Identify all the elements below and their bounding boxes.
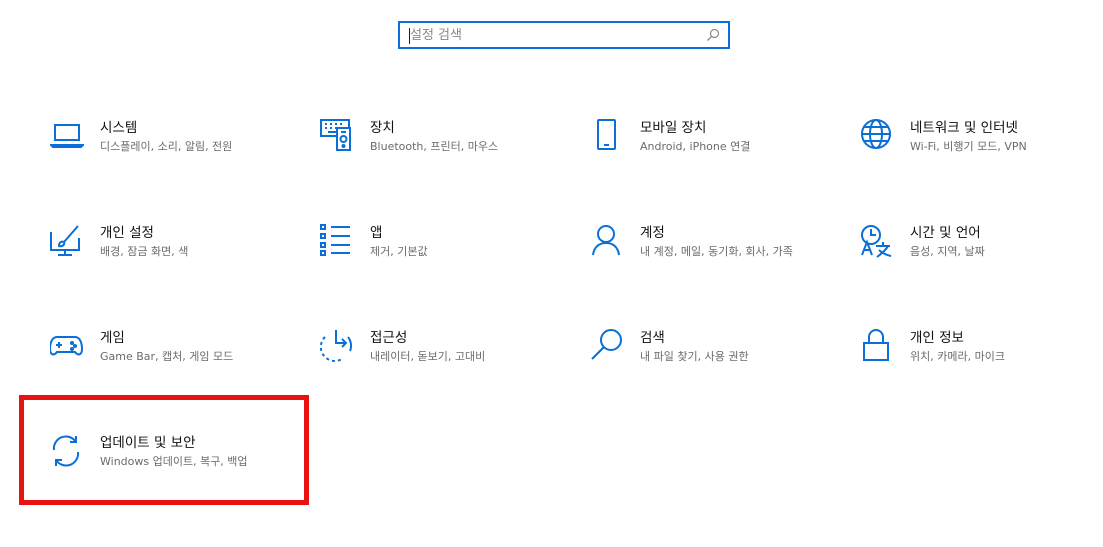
tile-title: 네트워크 및 인터넷 bbox=[910, 120, 1018, 136]
search-box[interactable] bbox=[398, 21, 730, 49]
magnifier-icon bbox=[707, 28, 720, 41]
tile-accounts[interactable]: 계정 내 계정, 메일, 동기화, 회사, 가족 bbox=[590, 224, 840, 290]
tile-description: Wi-Fi, 비행기 모드, VPN bbox=[910, 140, 1027, 153]
highlight-annotation-box bbox=[19, 395, 309, 505]
tile-description: 제거, 기본값 bbox=[370, 245, 428, 258]
tile-privacy[interactable]: 개인 정보 위치, 카메라, 마이크 bbox=[860, 329, 1103, 395]
tile-description: Android, iPhone 연결 bbox=[640, 140, 751, 153]
tile-title: 개인 정보 bbox=[910, 330, 964, 346]
tile-time-language[interactable]: 시간 및 언어 음성, 지역, 날짜 bbox=[860, 224, 1103, 290]
gamepad-icon bbox=[50, 329, 84, 363]
time-language-icon bbox=[860, 224, 894, 258]
tile-mobile-devices[interactable]: 모바일 장치 Android, iPhone 연결 bbox=[590, 119, 840, 185]
tile-search[interactable]: 검색 내 파일 찾기, 사용 권한 bbox=[590, 329, 840, 395]
text-cursor bbox=[409, 28, 410, 44]
devices-icon bbox=[320, 119, 354, 153]
apps-list-icon bbox=[320, 224, 354, 258]
laptop-icon bbox=[50, 119, 84, 153]
tile-description: 디스플레이, 소리, 알림, 전원 bbox=[100, 140, 233, 153]
tile-apps[interactable]: 앱 제거, 기본값 bbox=[320, 224, 570, 290]
tile-description: Game Bar, 캡처, 게임 모드 bbox=[100, 350, 234, 363]
tile-title: 모바일 장치 bbox=[640, 120, 707, 136]
tile-title: 장치 bbox=[370, 120, 395, 136]
tile-title: 계정 bbox=[640, 225, 665, 241]
tile-description: 내 파일 찾기, 사용 권한 bbox=[640, 350, 749, 363]
tile-title: 시스템 bbox=[100, 120, 138, 136]
lock-icon bbox=[860, 329, 894, 363]
tile-system[interactable]: 시스템 디스플레이, 소리, 알림, 전원 bbox=[50, 119, 300, 185]
tile-description: 음성, 지역, 날짜 bbox=[910, 245, 985, 258]
globe-icon bbox=[860, 119, 894, 153]
tile-gaming[interactable]: 게임 Game Bar, 캡처, 게임 모드 bbox=[50, 329, 300, 395]
tile-description: 내레이터, 돋보기, 고대비 bbox=[370, 350, 486, 363]
search-icon bbox=[590, 329, 624, 363]
tile-title: 검색 bbox=[640, 330, 665, 346]
ease-of-access-icon bbox=[320, 329, 354, 363]
tile-ease-of-access[interactable]: 접근성 내레이터, 돋보기, 고대비 bbox=[320, 329, 570, 395]
person-icon bbox=[590, 224, 624, 258]
tile-personalization[interactable]: 개인 설정 배경, 잠금 화면, 색 bbox=[50, 224, 300, 290]
tile-description: Bluetooth, 프린터, 마우스 bbox=[370, 140, 499, 153]
tile-title: 개인 설정 bbox=[100, 225, 154, 241]
search-button[interactable] bbox=[702, 24, 724, 46]
phone-icon bbox=[590, 119, 624, 153]
settings-home: 시스템 디스플레이, 소리, 알림, 전원 장치 Bluetooth, 프린터,… bbox=[0, 0, 1103, 547]
tile-description: 내 계정, 메일, 동기화, 회사, 가족 bbox=[640, 245, 793, 258]
search-input[interactable] bbox=[400, 24, 702, 46]
tile-title: 게임 bbox=[100, 330, 125, 346]
tile-devices[interactable]: 장치 Bluetooth, 프린터, 마우스 bbox=[320, 119, 570, 185]
tile-title: 앱 bbox=[370, 225, 383, 241]
tile-description: 배경, 잠금 화면, 색 bbox=[100, 245, 189, 258]
tile-title: 시간 및 언어 bbox=[910, 225, 981, 241]
tile-description: 위치, 카메라, 마이크 bbox=[910, 350, 1005, 363]
personalization-icon bbox=[50, 224, 84, 258]
tile-title: 접근성 bbox=[370, 330, 408, 346]
tile-network[interactable]: 네트워크 및 인터넷 Wi-Fi, 비행기 모드, VPN bbox=[860, 119, 1103, 185]
